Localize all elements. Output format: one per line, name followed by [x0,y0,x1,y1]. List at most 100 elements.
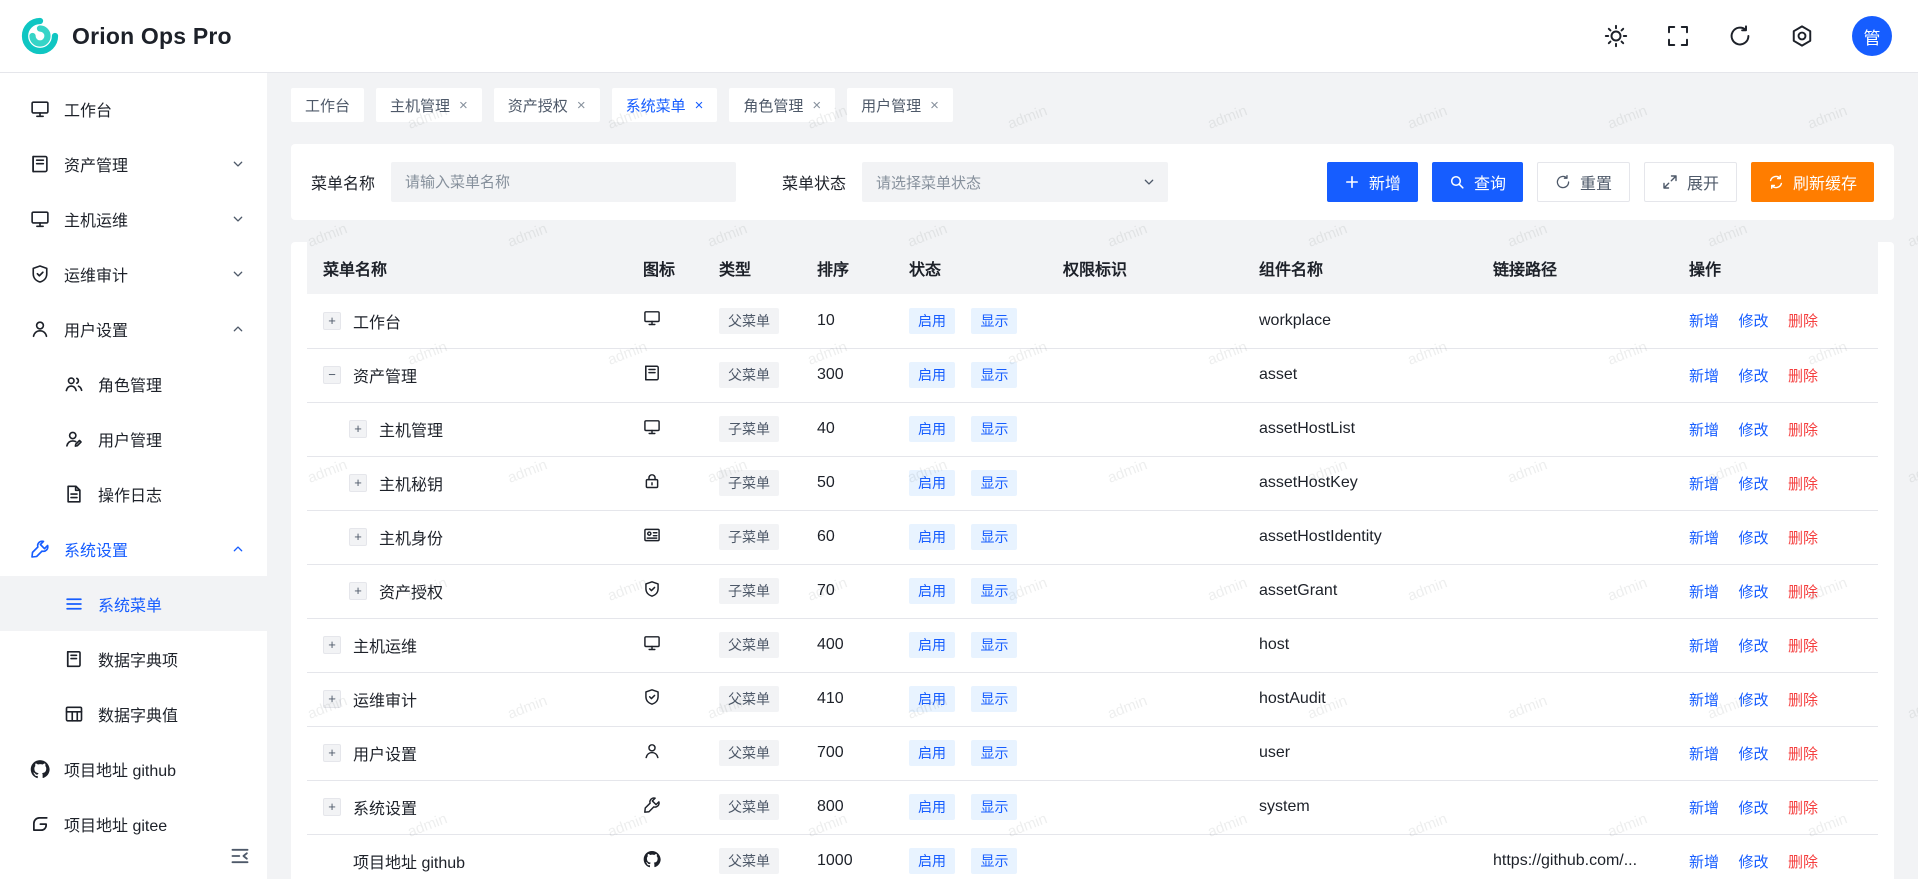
close-icon[interactable]: × [695,97,704,114]
row-delete-link[interactable]: 删除 [1788,800,1818,817]
status-badge: 启用 [909,686,955,712]
menu-name-input[interactable] [391,162,736,202]
row-expander[interactable]: + [323,744,341,762]
row-expander[interactable]: + [349,582,367,600]
row-expander[interactable]: + [323,690,341,708]
row-delete-link[interactable]: 删除 [1788,584,1818,601]
row-add-link[interactable]: 新增 [1689,692,1719,709]
sidebar-item[interactable]: 用户管理 [0,411,267,466]
refresh-icon[interactable] [1728,24,1752,48]
expand-button[interactable]: 展开 [1644,162,1737,202]
row-edit-link[interactable]: 修改 [1738,638,1768,655]
theme-toggle-icon[interactable] [1604,24,1628,48]
tab-item[interactable]: 主机管理× [376,88,482,122]
sidebar-item[interactable]: 系统菜单 [0,576,267,631]
row-edit-link[interactable]: 修改 [1738,422,1768,439]
close-icon[interactable]: × [930,97,939,114]
row-delete-link[interactable]: 删除 [1788,746,1818,763]
row-delete-link[interactable]: 删除 [1788,692,1818,709]
menu-name: 主机秘钥 [379,471,443,495]
link-value [1477,726,1673,780]
row-add-link[interactable]: 新增 [1689,422,1719,439]
close-icon[interactable]: × [459,97,468,114]
row-delete-link[interactable]: 删除 [1788,854,1818,871]
tableic-icon [64,704,84,724]
sidebar-item[interactable]: 角色管理 [0,356,267,411]
sidebar-item-label: 项目地址 github [64,757,176,781]
row-add-link[interactable]: 新增 [1689,584,1719,601]
row-expander[interactable]: + [349,474,367,492]
row-edit-link[interactable]: 修改 [1738,368,1768,385]
tab-label: 资产授权 [508,95,568,116]
row-edit-link[interactable]: 修改 [1738,476,1768,493]
row-edit-link[interactable]: 修改 [1738,800,1768,817]
row-delete-link[interactable]: 删除 [1788,313,1818,330]
column-header: 菜单名称 [307,242,627,294]
row-edit-link[interactable]: 修改 [1738,530,1768,547]
sidebar-item[interactable]: 项目地址 gitee [0,796,267,851]
row-add-link[interactable]: 新增 [1689,476,1719,493]
table-row: + 主机秘钥 子菜单 50 启用 显示 assetHostKey 新增 修改 删… [307,456,1878,510]
row-delete-link[interactable]: 删除 [1788,638,1818,655]
sidebar-item[interactable]: 资产管理 [0,136,267,191]
tab-item[interactable]: 资产授权 × [494,88,600,122]
sidebar-item[interactable]: 主机运维 [0,191,267,246]
tab-item[interactable]: 用户管理× [847,88,953,122]
sidebar-item[interactable]: 数据字典值 [0,686,267,741]
type-badge: 父菜单 [719,362,779,388]
sidebar-item-label: 系统设置 [64,537,128,561]
order-value: 40 [801,402,893,456]
permission-value [1047,402,1243,456]
row-add-link[interactable]: 新增 [1689,800,1719,817]
row-edit-link[interactable]: 修改 [1738,692,1768,709]
close-icon[interactable]: × [577,97,586,114]
row-expander[interactable]: + [349,528,367,546]
avatar[interactable]: 管 [1852,16,1892,56]
reset-button[interactable]: 重置 [1537,162,1630,202]
fullscreen-icon[interactable] [1666,24,1690,48]
row-expander[interactable]: + [323,312,341,330]
row-edit-link[interactable]: 修改 [1738,584,1768,601]
row-edit-link[interactable]: 修改 [1738,313,1768,330]
row-add-link[interactable]: 新增 [1689,530,1719,547]
row-expander[interactable]: + [323,636,341,654]
sidebar-item[interactable]: 系统设置 [0,521,267,576]
sidebar-item[interactable]: 工作台 [0,81,267,136]
sidebar-item[interactable]: 数据字典项 [0,631,267,686]
refresh-cache-button[interactable]: 刷新缓存 [1751,162,1874,202]
settings-gear-icon[interactable] [1790,24,1814,48]
row-add-link[interactable]: 新增 [1689,638,1719,655]
sidebar-item[interactable]: 操作日志 [0,466,267,521]
reset-icon [1555,174,1571,190]
tab-item[interactable]: 角色管理× [729,88,835,122]
tab-item[interactable]: 工作台 [291,88,364,122]
sidebar-item-label: 用户设置 [64,317,128,341]
link-value [1477,402,1673,456]
tab-item[interactable]: 系统菜单× [612,88,718,122]
book-icon [30,154,50,174]
link-value: https://github.com/... [1477,834,1673,879]
search-button[interactable]: 查询 [1432,162,1523,202]
menu-status-select[interactable]: 请选择菜单状态 [862,162,1168,202]
row-delete-link[interactable]: 删除 [1788,476,1818,493]
sidebar-item[interactable]: 用户设置 [0,301,267,356]
close-icon[interactable]: × [812,97,821,114]
row-expander[interactable]: + [323,798,341,816]
row-edit-link[interactable]: 修改 [1738,746,1768,763]
collapse-sidebar-icon[interactable] [229,845,251,867]
row-expander[interactable]: − [323,366,341,384]
row-delete-link[interactable]: 删除 [1788,368,1818,385]
row-edit-link[interactable]: 修改 [1738,854,1768,871]
sidebar-item[interactable]: 运维审计 [0,246,267,301]
row-expander[interactable]: + [349,420,367,438]
row-add-link[interactable]: 新增 [1689,854,1719,871]
sidebar-item[interactable]: 项目地址 github [0,741,267,796]
menu-table: 菜单名称 图标 类型 排序 状态 权限标识 组件名称 链接路径 操作 + 工作台… [291,242,1894,879]
row-add-link[interactable]: 新增 [1689,313,1719,330]
order-value: 400 [801,618,893,672]
row-add-link[interactable]: 新增 [1689,368,1719,385]
add-button[interactable]: 新增 [1327,162,1418,202]
row-add-link[interactable]: 新增 [1689,746,1719,763]
row-delete-link[interactable]: 删除 [1788,422,1818,439]
row-delete-link[interactable]: 删除 [1788,530,1818,547]
